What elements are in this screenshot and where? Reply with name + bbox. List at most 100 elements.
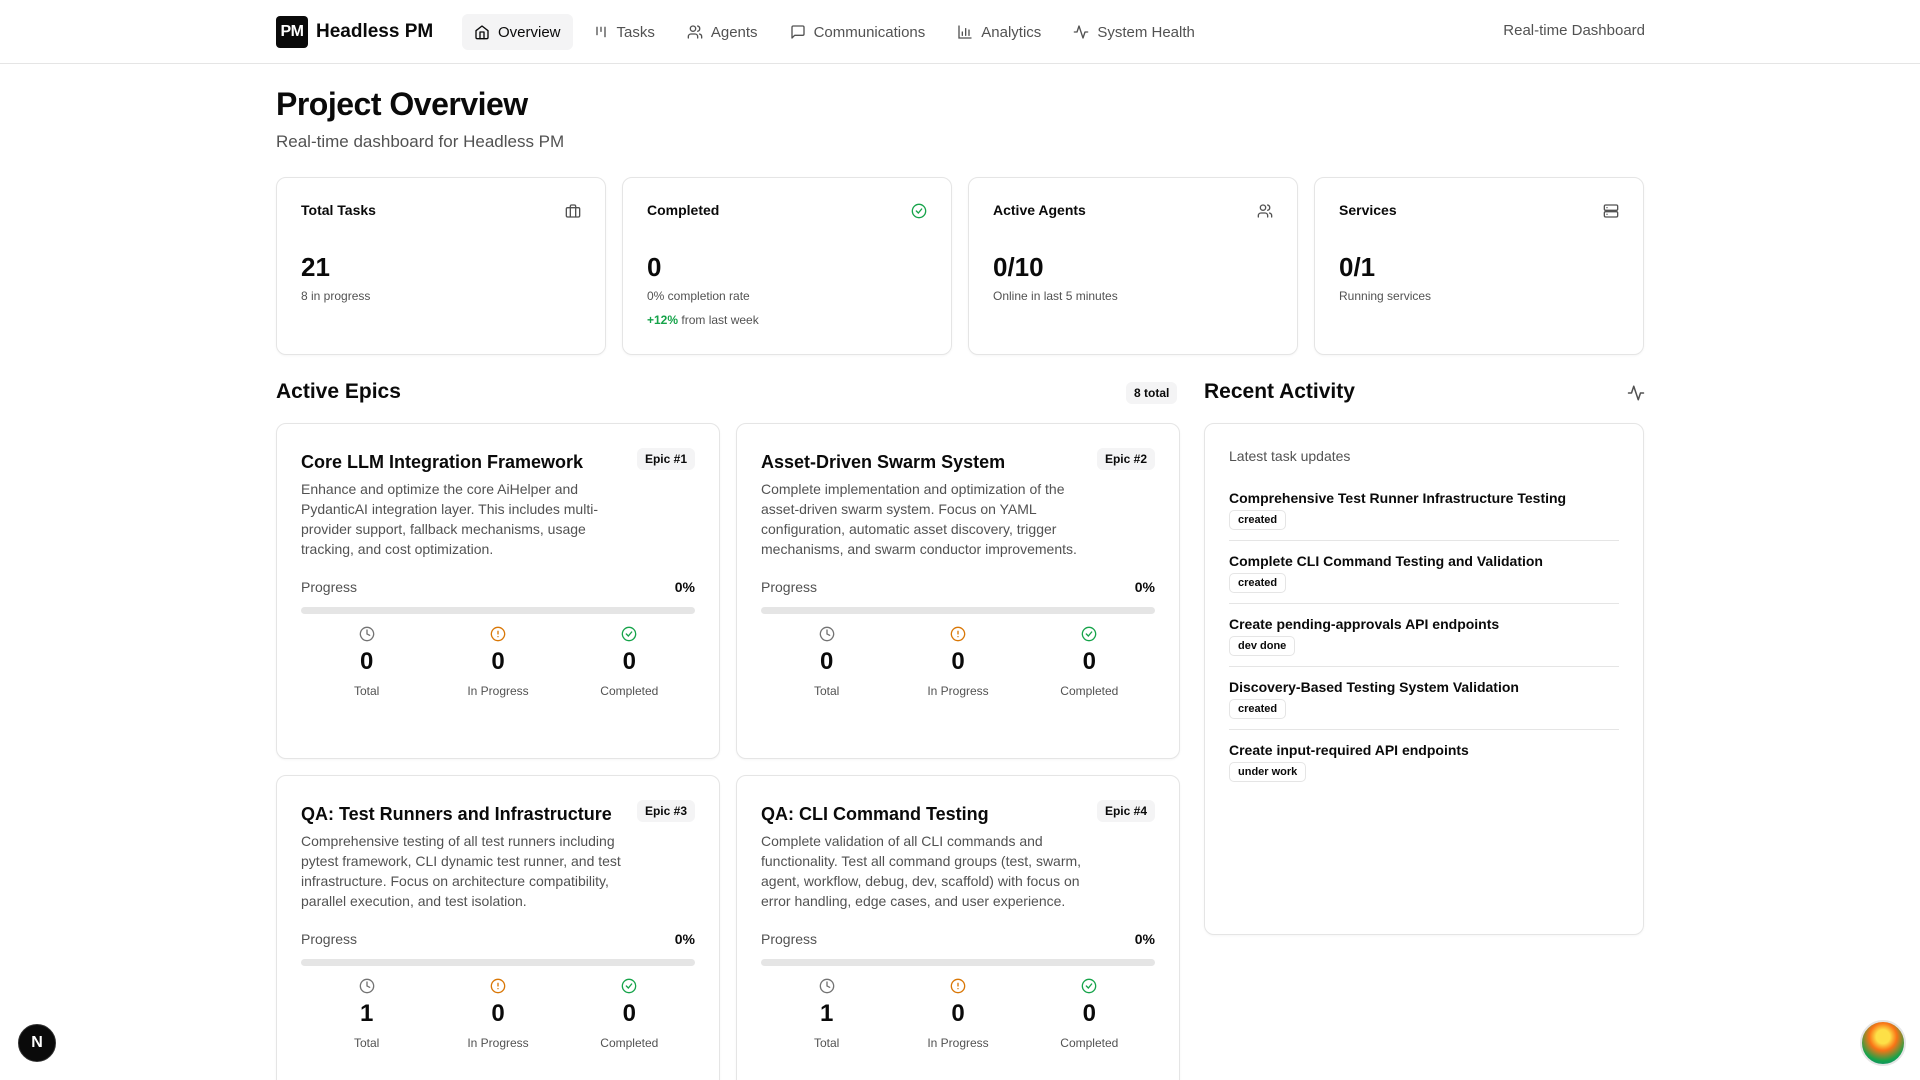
nav-item-overview[interactable]: Overview	[462, 14, 573, 50]
nav-label: Communications	[813, 23, 926, 41]
epic-stat-in-progress: 0 In Progress	[432, 626, 563, 698]
server-icon	[1603, 204, 1619, 218]
activity-item[interactable]: Complete CLI Command Testing and Validat…	[1229, 553, 1619, 604]
delta-text: from last week	[681, 313, 759, 327]
progress-value: 0%	[674, 579, 695, 595]
activity-item[interactable]: Discovery-Based Testing System Validatio…	[1229, 679, 1619, 730]
users-icon	[1257, 204, 1273, 218]
stat-number: 1	[359, 1000, 374, 1027]
check-circle-icon	[621, 978, 637, 994]
epic-stat-completed: 0 Completed	[564, 626, 695, 698]
status-badge: created	[1229, 510, 1287, 530]
epic-stats: 1 Total 0 In Progress 0 Completed	[761, 978, 1155, 1050]
home-icon	[475, 25, 489, 40]
brand[interactable]: PM Headless PM	[276, 16, 433, 48]
check-circle-icon	[1081, 978, 1097, 994]
activity-task-title: Complete CLI Command Testing and Validat…	[1229, 553, 1543, 569]
check-circle-icon	[1081, 626, 1097, 642]
stat-value: 21	[301, 252, 330, 282]
nav-label: Analytics	[981, 23, 1042, 41]
status-badge: created	[1229, 699, 1287, 719]
stat-note: Online in last 5 minutes	[993, 289, 1118, 303]
activity-item[interactable]: Create input-required API endpoints unde…	[1229, 742, 1619, 792]
check-circle-icon	[911, 203, 927, 219]
activity-task-title: Discovery-Based Testing System Validatio…	[1229, 679, 1519, 695]
stat-value: 0	[647, 252, 662, 282]
epic-title: Core LLM Integration Framework	[301, 452, 584, 472]
epic-card-1[interactable]: Core LLM Integration Framework Epic #1 E…	[276, 423, 720, 759]
epic-progress-row: Progress 0%	[301, 931, 695, 947]
alert-circle-icon	[950, 626, 966, 642]
bar-chart-icon	[958, 25, 972, 39]
page-title: Project Overview	[276, 86, 528, 122]
stat-note: 0% completion rate	[647, 289, 750, 303]
stat-number: 0	[951, 648, 965, 675]
epic-card-2[interactable]: Asset-Driven Swarm System Epic #2 Comple…	[736, 423, 1180, 759]
nav-label: System Health	[1097, 23, 1195, 41]
activity-item[interactable]: Create pending-approvals API endpoints d…	[1229, 616, 1619, 667]
stat-label: Active Agents	[993, 202, 1086, 218]
epic-tag: Epic #3	[636, 800, 695, 822]
stat-card-completed: Completed 0 0% completion rate +12% from…	[622, 177, 952, 355]
stat-caption: In Progress	[467, 684, 529, 698]
progress-value: 0%	[1134, 579, 1155, 595]
nav-item-analytics[interactable]: Analytics	[945, 14, 1053, 50]
epic-tag: Epic #4	[1096, 800, 1155, 822]
stat-delta: +12% from last week	[647, 313, 927, 327]
epic-card-3[interactable]: QA: Test Runners and Infrastructure Epic…	[276, 775, 720, 1080]
epic-stats: 0 Total 0 In Progress 0 Completed	[301, 626, 695, 698]
epic-title: Asset-Driven Swarm System	[761, 452, 1006, 472]
avatar[interactable]	[1860, 1020, 1906, 1066]
nav-label: Tasks	[616, 23, 655, 41]
epic-stat-in-progress: 0 In Progress	[892, 978, 1023, 1050]
message-icon	[790, 25, 805, 39]
clock-icon	[819, 626, 834, 642]
activity-icon	[1627, 385, 1645, 401]
epic-description: Comprehensive testing of all test runner…	[301, 833, 621, 909]
progress-label: Progress	[301, 931, 358, 947]
nav-item-system-health[interactable]: System Health	[1061, 14, 1207, 50]
epic-title: QA: Test Runners and Infrastructure	[301, 804, 612, 824]
stat-card-active-agents: Active Agents 0/10 Online in last 5 minu…	[968, 177, 1298, 355]
stat-number: 1	[819, 1000, 834, 1027]
stat-value: 0/1	[1339, 252, 1376, 282]
nav-item-tasks[interactable]: Tasks	[581, 14, 667, 50]
top-navigation-bar: PM Headless PM Overview Tasks Agents Com…	[0, 0, 1920, 64]
epic-description: Enhance and optimize the core AiHelper a…	[301, 481, 598, 557]
stat-caption: Completed	[600, 1036, 659, 1050]
activity-item[interactable]: Comprehensive Test Runner Infrastructure…	[1229, 490, 1619, 541]
alert-circle-icon	[490, 978, 506, 994]
alert-circle-icon	[950, 978, 966, 994]
epic-tag: Epic #1	[636, 448, 695, 470]
nav-item-communications[interactable]: Communications	[778, 14, 938, 50]
brand-logo: PM	[276, 16, 308, 48]
epic-progress-row: Progress 0%	[761, 931, 1155, 947]
users-icon	[687, 25, 703, 39]
epics-total-badge: 8 total	[1126, 382, 1178, 404]
nav-item-agents[interactable]: Agents	[675, 14, 770, 50]
epic-stat-completed: 0 Completed	[1024, 626, 1155, 698]
epic-stats: 0 Total 0 In Progress 0 Completed	[761, 626, 1155, 698]
main-nav: Overview Tasks Agents Communications Ana…	[462, 14, 1207, 50]
epic-tag: Epic #2	[1096, 448, 1155, 470]
epic-card-4[interactable]: QA: CLI Command Testing Epic #4 Complete…	[736, 775, 1180, 1080]
progress-bar	[301, 607, 695, 614]
active-epics-title: Active Epics	[276, 380, 401, 403]
activity-task-title: Create input-required API endpoints	[1229, 742, 1469, 758]
activity-icon	[1073, 25, 1089, 39]
nav-label: Agents	[710, 23, 758, 41]
progress-bar	[301, 959, 695, 966]
stat-number: 0	[951, 1000, 965, 1027]
stat-caption: Total	[353, 1036, 380, 1050]
kanban-icon	[595, 26, 606, 38]
stat-number: 0	[622, 1000, 636, 1027]
nextjs-dev-button[interactable]: N	[18, 1024, 56, 1062]
briefcase-icon	[565, 204, 581, 218]
stat-caption: Total	[813, 684, 840, 698]
epic-stat-total: 1 Total	[301, 978, 432, 1050]
stat-caption: In Progress	[927, 684, 989, 698]
stat-caption: Completed	[1060, 1036, 1119, 1050]
epic-stat-in-progress: 0 In Progress	[432, 978, 563, 1050]
epic-stat-total: 1 Total	[761, 978, 892, 1050]
stat-caption: Total	[813, 1036, 840, 1050]
